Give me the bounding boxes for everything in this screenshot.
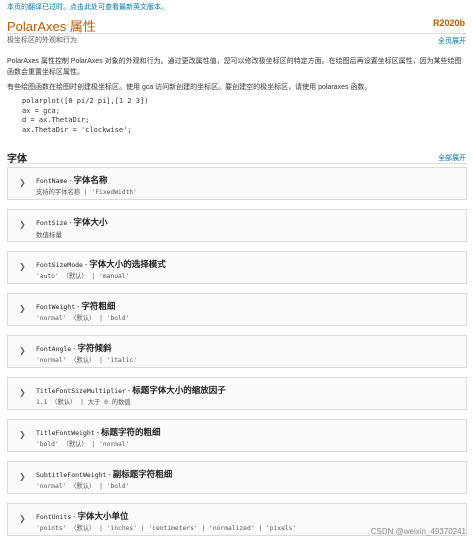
property-name: FontSizeMode [36,261,83,269]
page-subtitle: 极坐标区的外观和行为 [7,37,77,44]
property-description: 字体大小 [73,217,108,227]
property-name: FontAngle [36,345,72,353]
property-name: SubtitleFontWeight [36,471,107,479]
property-values: 'normal' （默认） | 'italic' [36,357,138,364]
property-description: 字体大小单位 [77,511,129,521]
property-heading: FontAngle - 字符倾斜 [36,342,111,354]
intro-paragraph: PolarAxes 属性控制 PolarAxes 对象的外观和行为。通过更改属性… [7,58,462,76]
property-description: 字体名称 [73,175,108,185]
property-values: 'auto' （默认） | 'manual' [36,273,130,280]
property-heading: FontWeight - 字符粗细 [36,300,115,312]
expand-all-link[interactable]: 全部展开 [438,153,466,163]
chevron-right-icon: ❯ [19,178,26,187]
chevron-right-icon: ❯ [19,346,26,355]
property-description: 字体大小的选择模式 [89,259,166,269]
section-divider [7,163,467,164]
property-heading: TitleFontSizeMultiplier - 标题字体大小的缩放因子 [36,384,226,396]
property-row-fontname[interactable]: ❯ FontName - 字体名称 支持的字体名称 | 'FixedWidth' [7,167,467,200]
release-badge: R2020b [432,18,465,28]
property-description: 标题字符的粗细 [100,427,161,437]
property-description: 标题字体大小的缩放因子 [132,385,226,395]
property-values: 'bold' （默认） | 'normal' [36,441,130,448]
chevron-right-icon: ❯ [19,262,26,271]
property-heading: TitleFontWeight - 标题字符的粗细 [36,426,160,438]
chevron-right-icon: ❯ [19,304,26,313]
chevron-right-icon: ❯ [19,388,26,397]
property-heading: FontName - 字体名称 [36,174,108,186]
property-values: 1.1 （默认） | 大于 0 的数值 [36,399,131,406]
property-heading: SubtitleFontWeight - 副标题字符粗细 [36,468,172,480]
outdated-translation-notice[interactable]: 本页的翻译已过时。点击此处可查看最新英文版本。 [7,2,168,12]
property-values: 'normal' （默认） | 'bold' [36,483,130,490]
csdn-watermark: CSDN @weixin_49370241 [370,527,466,536]
property-name: TitleFontSizeMultiplier [36,387,127,395]
title-divider [7,33,467,34]
property-heading: FontSize - 字体大小 [36,216,108,228]
property-description: 字符倾斜 [77,343,112,353]
property-name: FontSize [36,219,68,227]
chevron-right-icon: ❯ [19,472,26,481]
property-row-titlefontsizemultiplier[interactable]: ❯ TitleFontSizeMultiplier - 标题字体大小的缩放因子 … [7,377,467,410]
expand-all-page-link[interactable]: 全页展开 [438,36,466,46]
property-row-fontsize[interactable]: ❯ FontSize - 字体大小 数值标量 [7,209,467,242]
property-name: TitleFontWeight [36,429,95,437]
property-values: 数值标量 [36,232,62,239]
chevron-right-icon: ❯ [19,514,26,523]
chevron-right-icon: ❯ [19,430,26,439]
property-row-titlefontweight[interactable]: ❯ TitleFontWeight - 标题字符的粗细 'bold' （默认） … [7,419,467,452]
property-description: 副标题字符粗细 [112,469,173,479]
property-row-subtitlefontweight[interactable]: ❯ SubtitleFontWeight - 副标题字符粗细 'normal' … [7,461,467,494]
property-values: 'points' （默认） | 'inches' | 'centimeters'… [36,525,297,532]
chevron-right-icon: ❯ [19,220,26,229]
property-row-fontangle[interactable]: ❯ FontAngle - 字符倾斜 'normal' （默认） | 'ital… [7,335,467,368]
property-values: 'normal' （默认） | 'bold' [36,315,130,322]
usage-paragraph: 有些绘图函数在绘图时创建极坐标区。使用 gca 访问新创建的坐标区。要创建空的极… [7,84,372,91]
property-heading: FontSizeMode - 字体大小的选择模式 [36,258,166,270]
property-heading: FontUnits - 字体大小单位 [36,510,128,522]
property-row-fontweight[interactable]: ❯ FontWeight - 字符粗细 'normal' （默认） | 'bol… [7,293,467,326]
property-description: 字符粗细 [81,301,116,311]
property-row-fontsizemode[interactable]: ❯ FontSizeMode - 字体大小的选择模式 'auto' （默认） |… [7,251,467,284]
property-name: FontUnits [36,513,72,521]
property-name: FontName [36,177,68,185]
property-name: FontWeight [36,303,76,311]
code-example: polarplot([0 pi/2 pi],[1 2 3]) ax = gca;… [22,97,149,134]
property-values: 支持的字体名称 | 'FixedWidth' [36,189,137,196]
